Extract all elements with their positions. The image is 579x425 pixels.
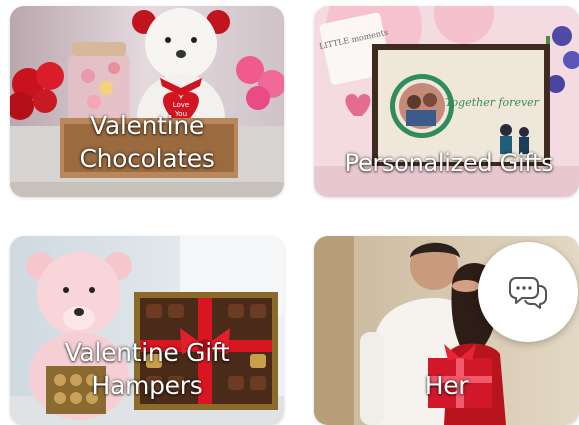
teddy-heart-text: Love <box>173 101 190 109</box>
category-label: Valentine Gift Hampers <box>10 336 284 402</box>
category-label-line: Her <box>424 371 469 400</box>
category-card-personalized-gifts[interactable]: LITTLE moments Together forever Personal… <box>314 6 579 197</box>
category-label: Personalized Gifts <box>314 147 579 180</box>
chat-button[interactable] <box>478 242 578 342</box>
frame-text: Together forever <box>445 96 540 109</box>
category-label-line: Valentine <box>90 111 204 140</box>
category-label: Valentine Chocolates <box>10 109 284 175</box>
category-label-line: Personalized Gifts <box>344 149 554 177</box>
category-label-line: Valentine Gift <box>64 338 230 367</box>
category-card-valentine-chocolates[interactable]: Love You Valentine Chocolates <box>10 6 284 197</box>
category-label: Her <box>314 369 579 402</box>
category-label-line: Hampers <box>91 371 203 400</box>
category-card-valentine-gift-hampers[interactable]: Valentine Gift Hampers <box>10 236 284 425</box>
category-label-line: Chocolates <box>79 144 215 173</box>
chat-bubbles-icon <box>509 277 547 309</box>
